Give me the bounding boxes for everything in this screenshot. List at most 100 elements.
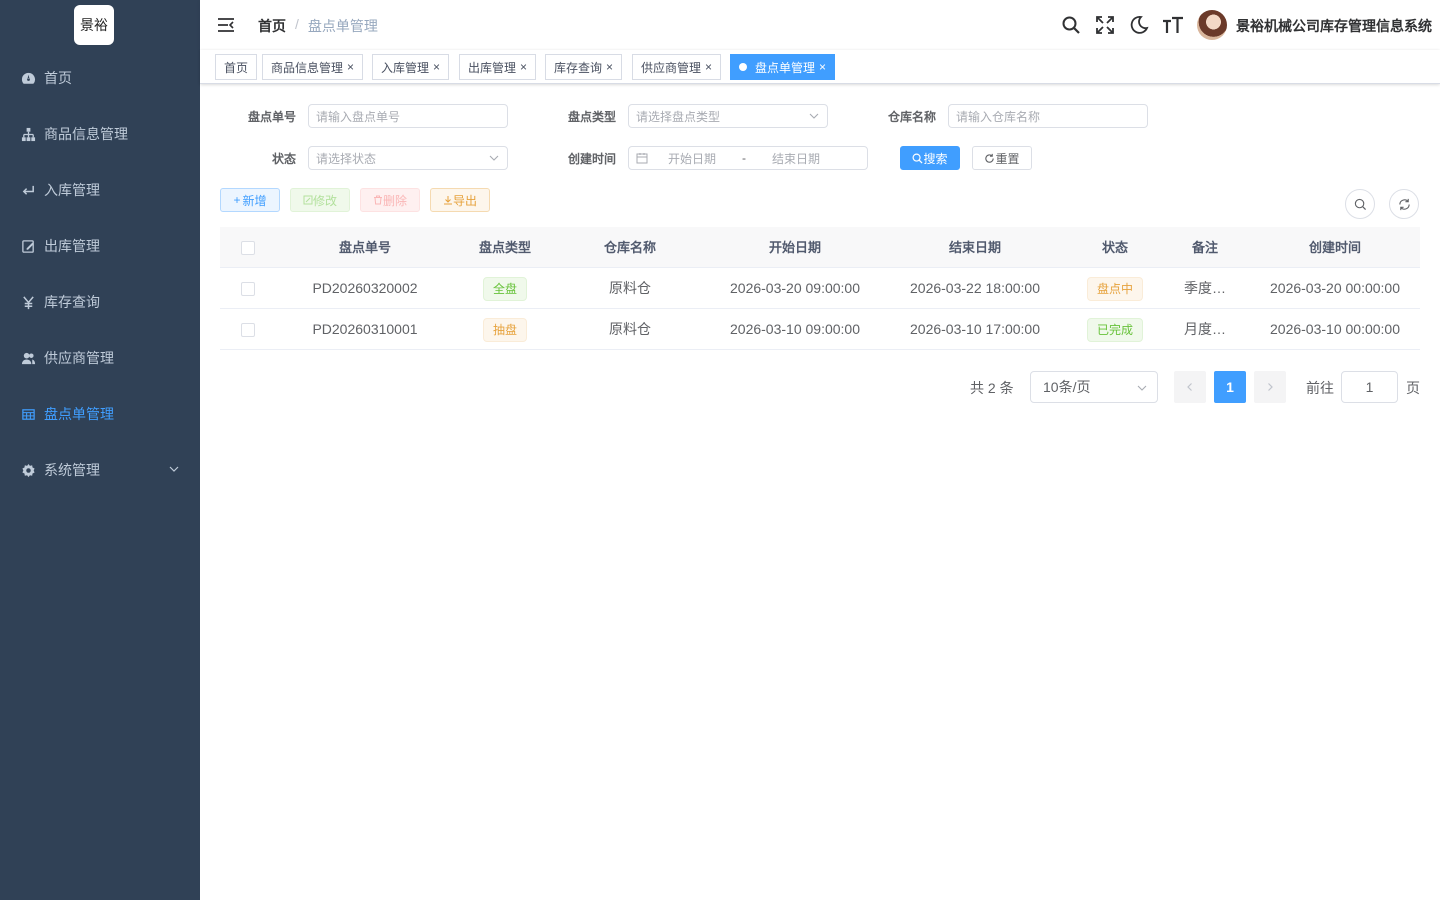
sidebar-item-system[interactable]: 系统管理 bbox=[0, 442, 200, 498]
table-row[interactable]: PD20260310001 抽盘 原料仓 2026-03-10 09:00:00… bbox=[220, 309, 1420, 350]
table-icon bbox=[20, 406, 36, 422]
col-created: 创建时间 bbox=[1308, 240, 1361, 255]
sidebar: 景裕 首页 商品信息管理 入库管理 出库管理 库存查询 供应商管理 盘点单管理 … bbox=[0, 0, 200, 900]
sidebar-item-goods[interactable]: 商品信息管理 bbox=[0, 106, 200, 162]
col-end-date: 结束日期 bbox=[948, 240, 1001, 255]
status-label: 状态 bbox=[271, 152, 296, 166]
tree-icon bbox=[20, 126, 36, 142]
system-name[interactable]: 景裕机械公司库存管理信息系统 bbox=[1236, 16, 1432, 36]
date-range-picker[interactable]: 开始日期 - 结束日期 bbox=[628, 146, 868, 170]
table-row[interactable]: PD20260320002 全盘 原料仓 2026-03-20 09:00:00… bbox=[220, 268, 1420, 309]
check-no-label: 盘点单号 bbox=[247, 110, 296, 124]
tag-home[interactable]: 首页 bbox=[215, 54, 258, 80]
sidebar-item-outbound[interactable]: 出库管理 bbox=[0, 218, 200, 274]
cell-start-date: 2026-03-20 09:00:00 bbox=[730, 280, 860, 296]
chevron-down-icon bbox=[809, 113, 819, 119]
col-start-date: 开始日期 bbox=[768, 240, 821, 255]
cell-status: 盘点中 bbox=[1065, 268, 1165, 309]
edit-icon bbox=[20, 238, 36, 254]
page-size-value: 10条/页 bbox=[1043, 379, 1091, 395]
sidebar-item-inventory[interactable]: 库存查询 bbox=[0, 274, 200, 330]
cell-check-no: PD20260320002 bbox=[312, 280, 418, 296]
table-header: 盘点单号 盘点类型 仓库名称 开始日期 结束日期 状态 备注 创建时间 bbox=[220, 227, 1420, 268]
row-checkbox[interactable] bbox=[241, 323, 255, 337]
enter-icon bbox=[20, 182, 36, 198]
check-no-input[interactable]: 请输入盘点单号 bbox=[308, 104, 508, 128]
sidebar-item-supplier[interactable]: 供应商管理 bbox=[0, 330, 200, 386]
tag-stocktake[interactable]: 盘点单管理 × bbox=[730, 54, 836, 80]
sidebar-item-label: 首页 bbox=[44, 70, 72, 86]
plus-icon: + bbox=[233, 193, 241, 207]
sidebar-item-inbound[interactable]: 入库管理 bbox=[0, 162, 200, 218]
chevron-left-icon bbox=[1187, 383, 1192, 391]
search-icon[interactable] bbox=[1060, 14, 1082, 36]
tag-inventory[interactable]: 库存查询 × bbox=[545, 54, 623, 80]
export-button[interactable]: 导出 bbox=[430, 188, 490, 212]
tag-label: 商品信息管理 bbox=[271, 60, 344, 75]
chevron-down-icon bbox=[489, 155, 499, 161]
add-button[interactable]: + 新增 bbox=[220, 188, 280, 212]
cell-created: 2026-03-20 00:00:00 bbox=[1270, 280, 1400, 296]
close-icon[interactable]: × bbox=[433, 61, 440, 73]
search-button[interactable]: 搜索 bbox=[900, 146, 960, 170]
range-separator: - bbox=[742, 151, 747, 165]
goto-page-input[interactable]: 1 bbox=[1341, 371, 1398, 403]
start-date-placeholder[interactable]: 开始日期 bbox=[668, 150, 716, 167]
warehouse-input[interactable]: 请输入仓库名称 bbox=[948, 104, 1148, 128]
sidebar-item-label: 出库管理 bbox=[44, 238, 100, 254]
select-all-checkbox[interactable] bbox=[241, 241, 255, 255]
prev-page-button[interactable] bbox=[1174, 371, 1206, 403]
close-icon[interactable]: × bbox=[347, 61, 354, 73]
close-icon[interactable]: × bbox=[819, 61, 826, 73]
page-size-select[interactable]: 10条/页 bbox=[1030, 371, 1158, 403]
refresh-button[interactable] bbox=[1389, 189, 1419, 219]
avatar[interactable] bbox=[1197, 10, 1227, 40]
chevron-right-icon bbox=[1268, 383, 1273, 391]
moon-icon[interactable] bbox=[1128, 14, 1150, 36]
tag-label: 库存查询 bbox=[554, 60, 603, 75]
hamburger-icon[interactable] bbox=[216, 15, 236, 35]
fullscreen-icon[interactable] bbox=[1094, 14, 1116, 36]
calendar-icon bbox=[636, 153, 648, 164]
sidebar-item-stocktake[interactable]: 盘点单管理 bbox=[0, 386, 200, 442]
cell-check-no: PD20260310001 bbox=[312, 321, 418, 337]
sidebar-item-home[interactable]: 首页 bbox=[0, 50, 200, 106]
delete-button[interactable]: 删除 bbox=[360, 188, 420, 212]
button-label: 删除 bbox=[382, 193, 407, 208]
breadcrumb-current: 盘点单管理 bbox=[307, 18, 378, 34]
refresh-icon bbox=[1398, 198, 1410, 210]
gear-icon bbox=[20, 462, 36, 478]
row-checkbox[interactable] bbox=[241, 282, 255, 296]
edit-button[interactable]: 修改 bbox=[290, 188, 350, 212]
close-icon[interactable]: × bbox=[606, 61, 613, 73]
page-1-button[interactable]: 1 bbox=[1214, 371, 1246, 403]
refresh-icon bbox=[985, 153, 995, 163]
check-type-select[interactable]: 请选择盘点类型 bbox=[628, 104, 828, 128]
breadcrumb: 首页 / 盘点单管理 bbox=[258, 16, 378, 36]
close-icon[interactable]: × bbox=[705, 61, 712, 73]
status-select[interactable]: 请选择状态 bbox=[308, 146, 508, 170]
button-label: 导出 bbox=[452, 193, 477, 208]
sidebar-item-label: 库存查询 bbox=[44, 294, 100, 310]
cell-warehouse: 原料仓 bbox=[609, 280, 651, 296]
button-label: 搜索 bbox=[923, 151, 948, 166]
reset-button[interactable]: 重置 bbox=[972, 146, 1032, 170]
tag-supplier[interactable]: 供应商管理 × bbox=[632, 54, 722, 80]
tag-inbound[interactable]: 入库管理 × bbox=[372, 54, 450, 80]
breadcrumb-home[interactable]: 首页 bbox=[258, 16, 286, 36]
close-icon[interactable]: × bbox=[520, 61, 527, 73]
trash-icon bbox=[373, 195, 382, 205]
sidebar-item-label: 盘点单管理 bbox=[44, 406, 114, 422]
tag-goods[interactable]: 商品信息管理 × bbox=[262, 54, 364, 80]
toggle-search-button[interactable] bbox=[1345, 189, 1375, 219]
next-page-button[interactable] bbox=[1254, 371, 1286, 403]
tag-outbound[interactable]: 出库管理 × bbox=[459, 54, 537, 80]
font-size-icon[interactable] bbox=[1162, 14, 1184, 36]
end-date-placeholder[interactable]: 结束日期 bbox=[772, 150, 820, 167]
created-label: 创建时间 bbox=[567, 152, 616, 166]
placeholder: 请选择状态 bbox=[316, 151, 377, 166]
tag-label: 首页 bbox=[224, 60, 249, 75]
tags-view: 首页 商品信息管理 × 入库管理 × 出库管理 × 库存查询 × 供应商管理 ×… bbox=[200, 50, 1440, 84]
breadcrumb-separator: / bbox=[295, 16, 299, 32]
warehouse-label: 仓库名称 bbox=[887, 110, 936, 124]
